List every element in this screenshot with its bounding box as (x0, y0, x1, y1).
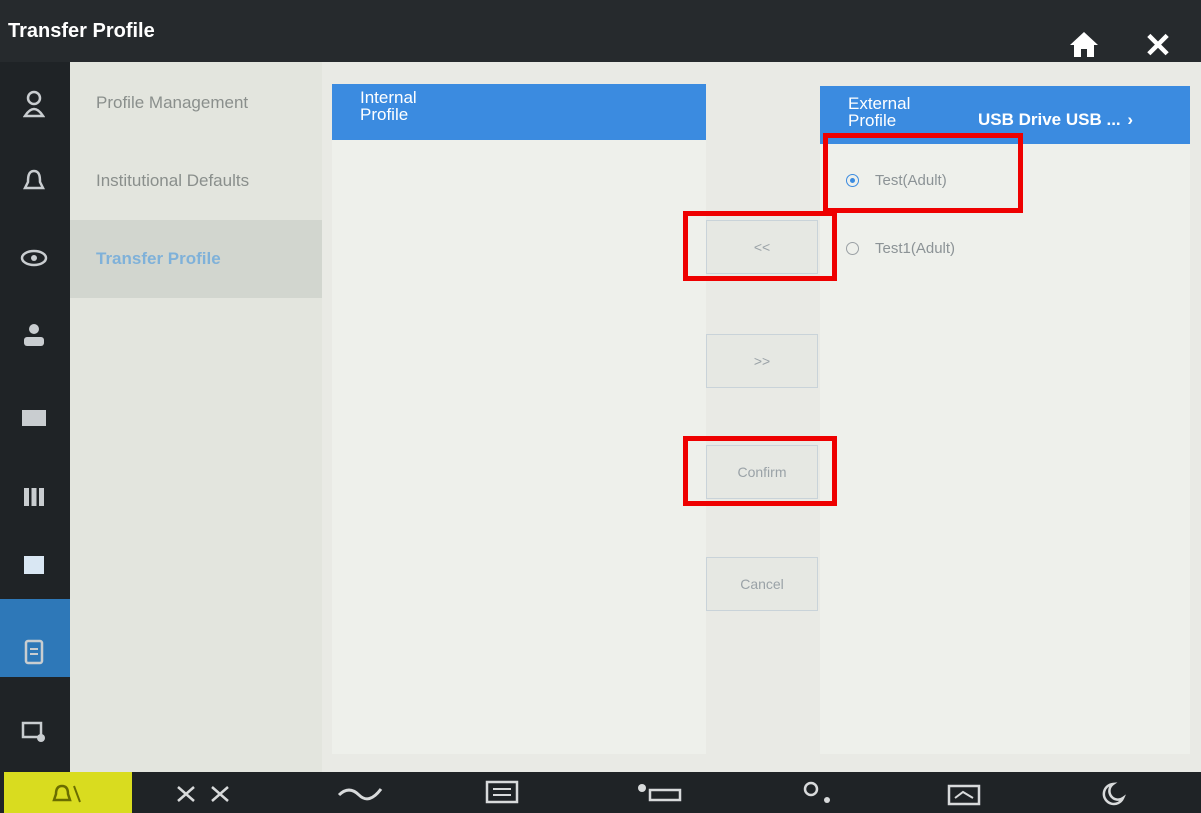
title-bar: Transfer Profile ✕ (0, 0, 1201, 64)
user-icon[interactable] (750, 772, 880, 813)
window-title: Transfer Profile (8, 20, 155, 42)
highlight-box-confirm (683, 436, 837, 506)
patient-icon[interactable] (12, 314, 56, 358)
home-icon[interactable] (1068, 30, 1100, 58)
nav-item-profile-management[interactable]: Profile Management (70, 64, 322, 142)
external-header-line1: External (848, 94, 911, 113)
highlight-box-import (683, 211, 837, 281)
settings-nav: Profile Management Institutional Default… (70, 62, 322, 772)
external-header-label: External Profile (848, 95, 910, 129)
internal-header-line1: Internal (360, 88, 417, 107)
usb-source-label: USB Drive USB ... (978, 110, 1121, 129)
cancel-button[interactable]: Cancel (706, 557, 818, 611)
close-icon[interactable]: ✕ (1140, 28, 1176, 64)
bell-icon[interactable] (12, 159, 56, 203)
alarm-pause-icon[interactable] (4, 772, 132, 813)
layout-icon[interactable] (440, 772, 570, 813)
internal-profile-header: Internal Profile (332, 84, 706, 140)
highlight-box-profile (823, 133, 1023, 213)
screen-icon[interactable] (900, 772, 1030, 813)
nav-item-transfer-profile[interactable]: Transfer Profile (70, 220, 322, 298)
radio-unselected-icon[interactable] (846, 242, 859, 255)
pump-icon[interactable] (295, 772, 425, 813)
eye-icon[interactable] (12, 236, 56, 280)
device-settings-icon[interactable] (12, 710, 56, 754)
screen-icon[interactable] (12, 543, 56, 587)
nav-item-institutional-defaults[interactable]: Institutional Defaults (70, 142, 322, 220)
internal-header-line2: Profile (360, 105, 409, 124)
external-profile-option[interactable]: Test1(Adult) (846, 240, 955, 257)
external-profile-label: Test1(Adult) (875, 240, 956, 257)
patient-bed-icon[interactable] (590, 772, 730, 813)
external-header-line2: Profile (848, 111, 897, 130)
person-icon[interactable] (12, 82, 56, 126)
monitor-icon[interactable] (12, 397, 56, 441)
left-sidebar (0, 62, 70, 772)
document-icon[interactable] (12, 630, 56, 674)
internal-profile-panel: Internal Profile (332, 84, 706, 754)
usb-source-select[interactable]: USB Drive USB ... › (978, 111, 1133, 128)
night-mode-icon[interactable] (1050, 772, 1180, 813)
alarm-off-icon[interactable] (140, 772, 280, 813)
chevron-right-icon: › (1127, 110, 1134, 129)
grid-icon[interactable] (12, 475, 56, 519)
bottom-toolbar (0, 772, 1201, 813)
export-button[interactable]: >> (706, 334, 818, 388)
